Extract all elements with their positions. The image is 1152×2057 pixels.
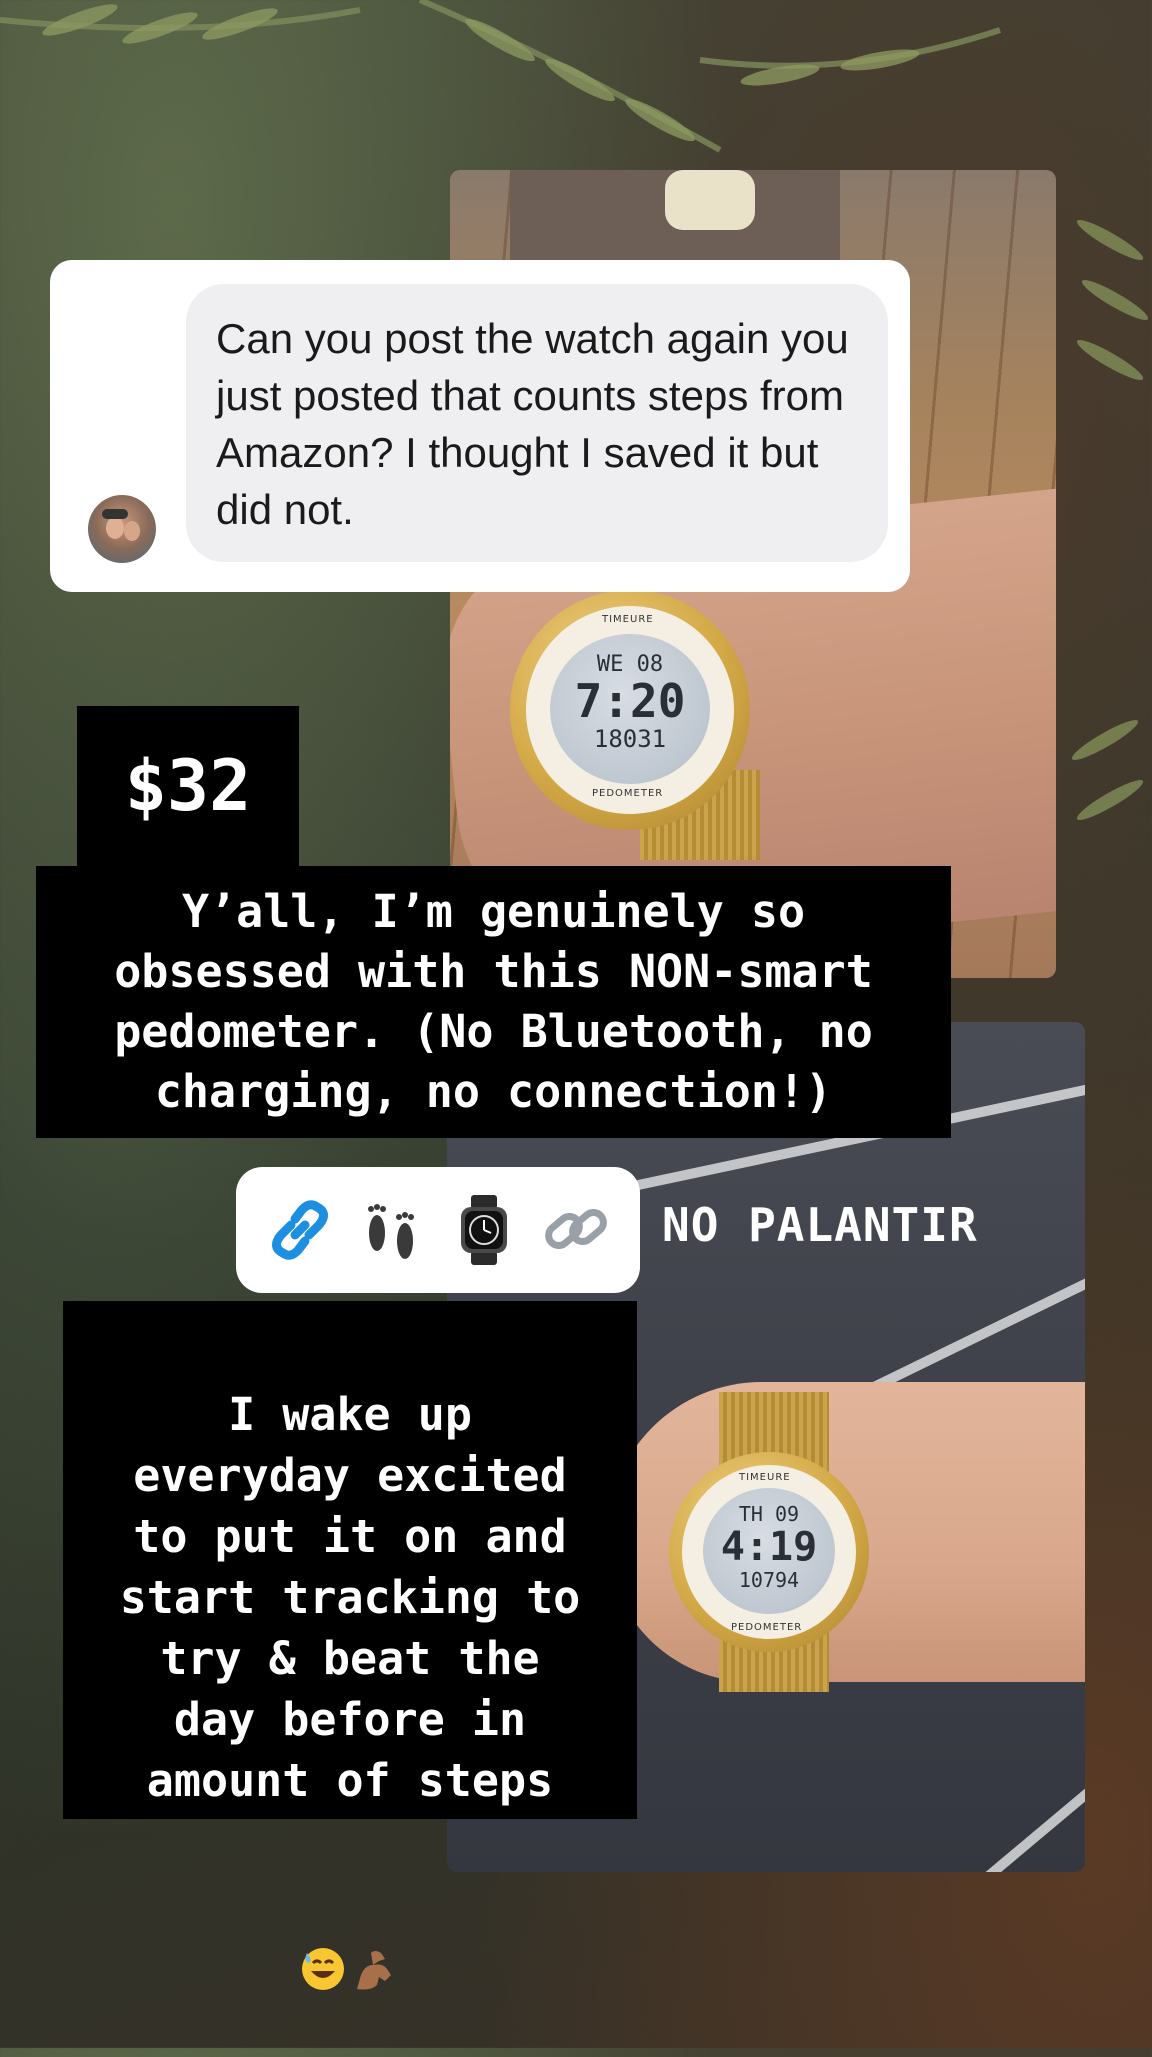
avatar-face xyxy=(124,521,140,541)
watch-icon xyxy=(461,1195,507,1265)
watch-label: PEDOMETER xyxy=(592,788,664,799)
footprints-icon xyxy=(368,1204,414,1259)
watch-time: 4:19 xyxy=(720,1524,818,1570)
watch-steps: 18031 xyxy=(593,725,667,753)
obsessed-caption: Y’all, I’m genuinely so obsessed with th… xyxy=(36,866,951,1138)
road-stripe xyxy=(890,1694,1085,1872)
link-sticker[interactable] xyxy=(236,1167,640,1293)
link-icon xyxy=(272,1200,328,1260)
watch-brand: TIMEURE xyxy=(739,1472,791,1483)
watch-top: WE 08 7:20 18031 TIMEURE PEDOMETER xyxy=(510,590,770,860)
no-palantir-text: NO PALANTIR xyxy=(662,1198,978,1252)
message-bubble: Can you post the watch again you just po… xyxy=(186,284,888,562)
flexed-biceps-icon xyxy=(357,1951,391,1990)
avatar-hat xyxy=(102,509,128,519)
chain-icon xyxy=(545,1209,607,1249)
fern-decoration-right xyxy=(1071,220,1149,820)
watch-display: TH 09 4:19 10794 xyxy=(703,1488,835,1614)
avatar xyxy=(88,495,156,563)
pillow xyxy=(665,170,755,230)
watch-time: 7:20 xyxy=(574,674,686,728)
sweat-smile-icon xyxy=(302,1948,344,1990)
avatar-face xyxy=(106,517,124,539)
watch-brand: TIMEURE xyxy=(602,614,654,625)
wake-caption-emojis xyxy=(63,1874,637,1996)
wake-caption-text: I wake up everyday excited to put it on … xyxy=(119,1388,581,1807)
watch-label: PEDOMETER xyxy=(731,1622,803,1633)
watch-bottom: TH 09 4:19 10794 TIMEURE PEDOMETER xyxy=(669,1392,889,1722)
watch-display: WE 08 7:20 18031 xyxy=(550,634,710,784)
watch-day: TH 09 xyxy=(738,1502,800,1526)
price-caption: $32 xyxy=(77,706,299,866)
wake-caption: I wake up everyday excited to put it on … xyxy=(63,1301,637,1990)
watch-steps: 10794 xyxy=(738,1568,800,1592)
